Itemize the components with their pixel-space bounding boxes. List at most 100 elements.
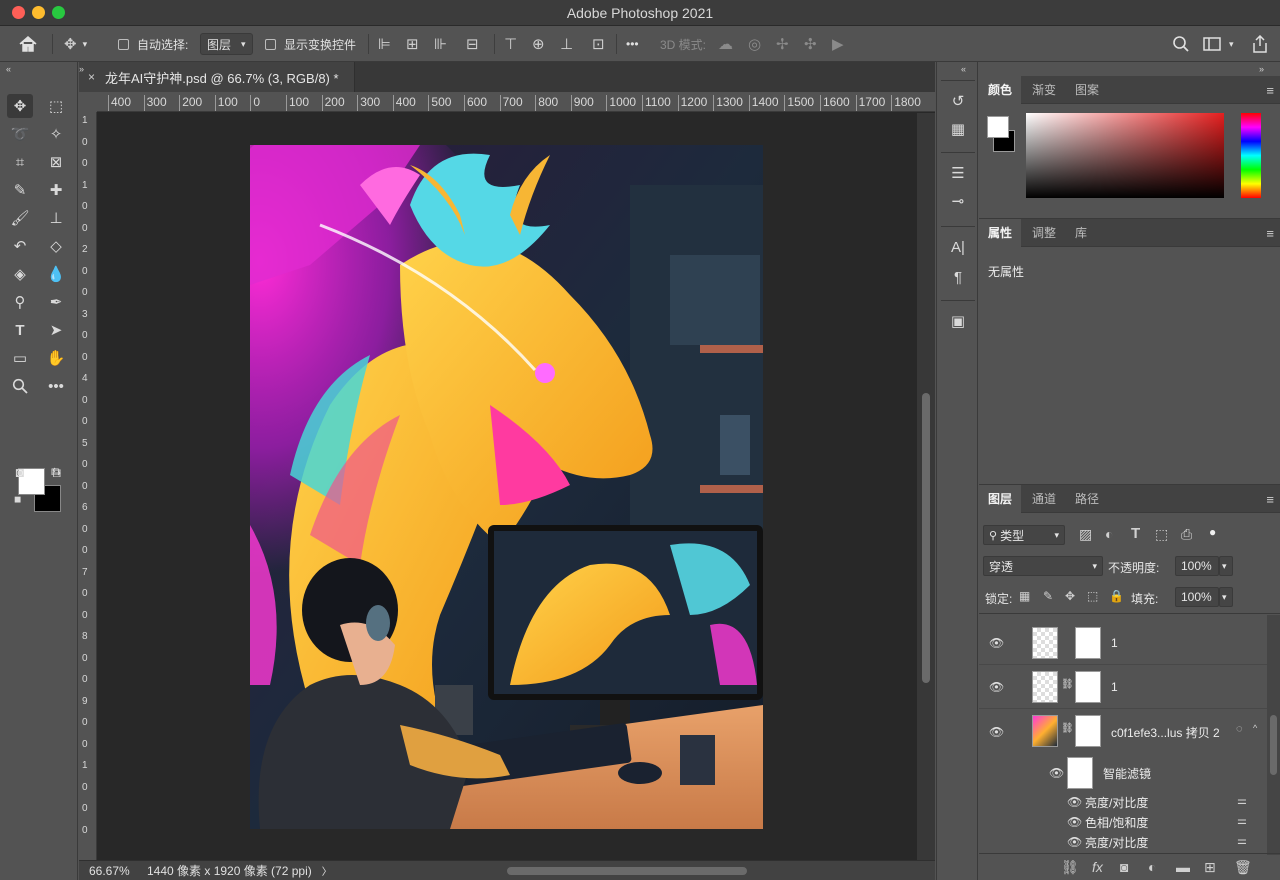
smart-filter-mask-thumbnail[interactable] bbox=[1067, 757, 1093, 789]
layer-link-icon[interactable]: ⛓ bbox=[1061, 679, 1074, 690]
filter-options-icon[interactable]: ⚌ bbox=[1237, 814, 1247, 827]
add-style-icon[interactable]: fx bbox=[1092, 859, 1103, 875]
paragraph-panel-icon[interactable]: ¶ bbox=[945, 264, 971, 290]
color-field[interactable] bbox=[1026, 113, 1224, 198]
brushes-panel-icon[interactable]: ☰ bbox=[945, 160, 971, 186]
path-selection-tool-icon[interactable]: ➤ bbox=[43, 318, 69, 342]
distribute-v-icon[interactable]: ⊡ bbox=[592, 26, 605, 62]
tab-layers[interactable]: 图层 bbox=[979, 485, 1022, 513]
layers-scroll-thumb[interactable] bbox=[1270, 715, 1277, 775]
lock-artboard-icon[interactable]: ⬚ bbox=[1087, 589, 1098, 603]
layer-row[interactable]: 👁 ⛓ 1 bbox=[979, 665, 1267, 709]
link-layers-icon[interactable]: ⛓ bbox=[1061, 859, 1079, 876]
quick-mask-icon[interactable]: ◙ bbox=[7, 460, 33, 484]
filter-type-icon[interactable]: T bbox=[1131, 525, 1140, 542]
opacity-input[interactable]: 100% bbox=[1175, 556, 1219, 576]
filter-row[interactable]: 👁 亮度/对比度 ⚌ bbox=[979, 792, 1267, 812]
horizontal-ruler[interactable]: 400 300 200 100 0 100 200 300 400 500 600 700 800 900… bbox=[97, 92, 935, 112]
align-bottom-icon[interactable]: ⊥ bbox=[560, 26, 573, 62]
canvas-artwork[interactable] bbox=[250, 145, 763, 829]
filter-smart-object-icon[interactable]: ⎙ bbox=[1181, 526, 1192, 543]
document-info-arrow-icon[interactable]: 〉 bbox=[322, 863, 332, 878]
align-top-icon[interactable]: ⊤ bbox=[504, 26, 517, 62]
properties-panel-menu-icon[interactable]: ≡ bbox=[1266, 226, 1274, 241]
layer-thumbnail[interactable] bbox=[1032, 627, 1058, 659]
filter-pixel-icon[interactable]: ▨ bbox=[1079, 526, 1092, 543]
auto-select-target-dropdown[interactable]: 图层 ▾ bbox=[200, 33, 253, 55]
auto-select-checkbox[interactable]: 自动选择: bbox=[118, 26, 188, 62]
move-tool-icon[interactable]: ✥ bbox=[7, 94, 33, 118]
collapse-strip-icon[interactable]: « bbox=[961, 64, 966, 74]
layer-filter-dropdown[interactable]: ⚲ 类型 ▾ bbox=[983, 525, 1065, 545]
delete-layer-icon[interactable]: 🗑 bbox=[1234, 859, 1252, 876]
filter-toggle-icon[interactable]: ● bbox=[1209, 525, 1216, 539]
type-tool-icon[interactable]: T bbox=[7, 318, 33, 342]
filter-options-icon[interactable]: ⚌ bbox=[1237, 794, 1247, 807]
filter-options-icon[interactable]: ⚌ bbox=[1237, 834, 1247, 847]
paint-bucket-tool-icon[interactable]: ◈ bbox=[7, 262, 33, 286]
layer-name[interactable]: c0f1efe3...lus 拷贝 2 bbox=[1111, 724, 1220, 741]
tab-properties[interactable]: 属性 bbox=[979, 219, 1022, 247]
zoom-tool-icon[interactable] bbox=[7, 374, 33, 398]
image-panel-icon[interactable]: ▣ bbox=[945, 308, 971, 334]
collapse-effects-icon[interactable]: ^ bbox=[1253, 723, 1257, 733]
fill-dropdown-icon[interactable]: ▾ bbox=[1219, 587, 1233, 607]
align-center-h-icon[interactable]: ⊞ bbox=[406, 26, 419, 62]
actions-panel-icon[interactable]: ▦ bbox=[945, 116, 971, 142]
tab-pattern[interactable]: 图案 bbox=[1066, 76, 1108, 104]
screen-mode-icon[interactable]: ⧉ bbox=[43, 460, 69, 484]
history-panel-icon[interactable]: ↺ bbox=[945, 88, 971, 114]
align-middle-v-icon[interactable]: ⊕ bbox=[532, 26, 545, 62]
show-transform-checkbox[interactable]: 显示变换控件 bbox=[265, 26, 356, 62]
smart-filter-eye-icon[interactable]: 👁 bbox=[1049, 766, 1064, 780]
lock-transparent-icon[interactable]: ▦ bbox=[1019, 589, 1030, 603]
eyedropper-tool-icon[interactable]: ✎ bbox=[7, 178, 33, 202]
distribute-h-icon[interactable]: ⊟ bbox=[466, 26, 479, 62]
rectangle-tool-icon[interactable]: ▭ bbox=[7, 346, 33, 370]
blend-mode-dropdown[interactable]: 穿透 ▾ bbox=[983, 556, 1103, 576]
history-brush-tool-icon[interactable]: ↶ bbox=[7, 234, 33, 258]
tab-color[interactable]: 颜色 bbox=[979, 76, 1022, 104]
filter-row[interactable]: 👁 亮度/对比度 ⚌ bbox=[979, 832, 1267, 852]
layer-mask-thumbnail[interactable] bbox=[1075, 671, 1101, 703]
new-group-icon[interactable]: ▬ bbox=[1176, 859, 1190, 875]
vertical-scroll-thumb[interactable] bbox=[922, 393, 930, 683]
layer-visibility-eye-icon[interactable]: 👁 bbox=[989, 680, 1004, 694]
dodge-tool-icon[interactable]: ⚲ bbox=[7, 290, 33, 314]
marquee-tool-icon[interactable]: ⬚ bbox=[43, 94, 69, 118]
color-panel-fg-swatch[interactable] bbox=[987, 116, 1009, 138]
home-icon[interactable] bbox=[18, 26, 38, 62]
clone-stamp-tool-icon[interactable]: ⊥ bbox=[43, 206, 69, 230]
hue-slider[interactable] bbox=[1241, 113, 1261, 198]
smart-filter-row[interactable]: 👁 智能滤镜 bbox=[979, 755, 1267, 791]
filter-adjustment-icon[interactable]: ◐ bbox=[1105, 526, 1113, 542]
layer-row[interactable]: 👁 1 bbox=[979, 621, 1267, 665]
lasso-tool-icon[interactable]: ➰ bbox=[7, 122, 33, 146]
add-mask-icon[interactable]: ◙ bbox=[1120, 859, 1128, 875]
color-panel-menu-icon[interactable]: ≡ bbox=[1266, 83, 1274, 98]
hand-tool-icon[interactable]: ✋ bbox=[43, 346, 69, 370]
layers-panel-menu-icon[interactable]: ≡ bbox=[1266, 492, 1274, 507]
align-left-icon[interactable]: ⊫ bbox=[378, 26, 391, 62]
tab-paths[interactable]: 路径 bbox=[1066, 485, 1108, 513]
horizontal-scroll-thumb[interactable] bbox=[507, 867, 747, 875]
layer-visibility-eye-icon[interactable]: 👁 bbox=[989, 725, 1004, 739]
eraser-tool-icon[interactable]: ◇ bbox=[43, 234, 69, 258]
layer-thumbnail[interactable] bbox=[1032, 715, 1058, 747]
brush-settings-icon[interactable]: ⊸ bbox=[945, 188, 971, 214]
lock-image-icon[interactable]: ✎ bbox=[1043, 589, 1053, 603]
layer-row[interactable]: 👁 ⛓ c0f1efe3...lus 拷贝 2 ◌ ^ bbox=[979, 709, 1267, 755]
move-tool-icon[interactable]: ✥ ▾ bbox=[64, 26, 87, 62]
tab-channels[interactable]: 通道 bbox=[1023, 485, 1065, 513]
layer-mask-thumbnail[interactable] bbox=[1075, 715, 1101, 747]
opacity-dropdown-icon[interactable]: ▾ bbox=[1219, 556, 1233, 576]
filter-eye-icon[interactable]: 👁 bbox=[1067, 815, 1082, 829]
filter-shape-icon[interactable]: ⬚ bbox=[1155, 526, 1168, 543]
frame-tool-icon[interactable]: ⊠ bbox=[43, 150, 69, 174]
new-layer-icon[interactable]: ⊞ bbox=[1204, 859, 1216, 876]
layer-thumbnail[interactable] bbox=[1032, 671, 1058, 703]
more-options-button[interactable]: ••• bbox=[626, 26, 639, 62]
align-right-icon[interactable]: ⊪ bbox=[434, 26, 447, 62]
layer-name[interactable]: 1 bbox=[1111, 680, 1118, 694]
fill-input[interactable]: 100% bbox=[1175, 587, 1219, 607]
